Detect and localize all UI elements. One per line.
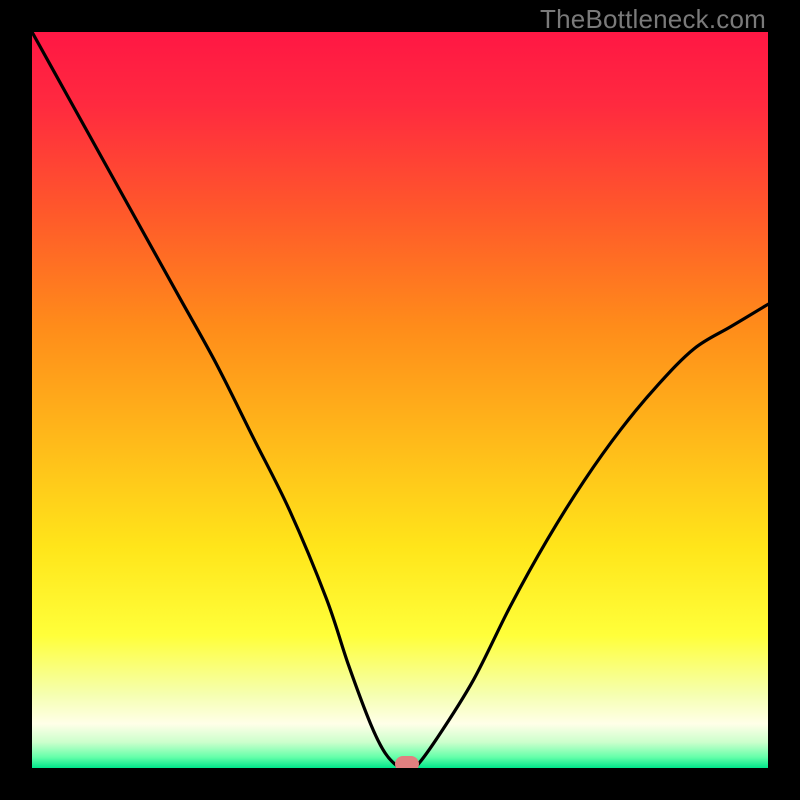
chart-frame: TheBottleneck.com — [0, 0, 800, 800]
minimum-marker — [395, 756, 419, 768]
plot-area — [32, 32, 768, 768]
watermark-text: TheBottleneck.com — [540, 4, 766, 35]
bottleneck-curve — [32, 32, 768, 768]
